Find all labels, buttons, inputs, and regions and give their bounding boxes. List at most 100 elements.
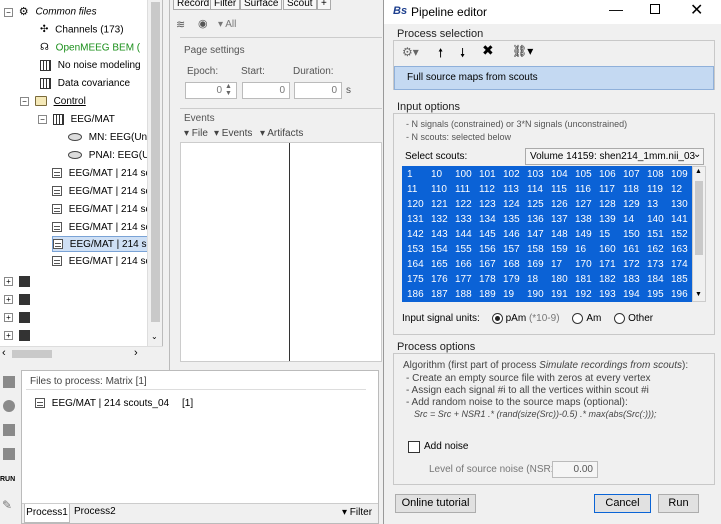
tree-row-channels[interactable]: ✣ Channels (173) (40, 22, 124, 38)
tree-row-common-files[interactable]: − ⚙ Common files (4, 4, 97, 20)
scout-item[interactable]: 156 (479, 242, 503, 257)
scout-item[interactable]: 136 (527, 212, 551, 227)
scout-item[interactable]: 168 (503, 257, 527, 272)
scout-item[interactable]: 118 (623, 182, 647, 197)
scout-item[interactable]: 187 (431, 287, 455, 302)
scout-item[interactable]: 115 (551, 182, 575, 197)
events-menu[interactable]: ▾ Events (214, 128, 252, 139)
tree-row-subject[interactable]: + (4, 292, 34, 308)
tree-row-noise[interactable]: No noise modeling (40, 58, 141, 74)
scout-item[interactable]: 178 (479, 272, 503, 287)
scout-item[interactable]: 133 (455, 212, 479, 227)
scrollbar-thumb[interactable] (151, 2, 160, 322)
tree-row-openmeeg[interactable]: ☊ OpenMEEG BEM ( (40, 40, 140, 56)
scout-item[interactable]: 189 (479, 287, 503, 302)
scout-item[interactable]: 194 (623, 287, 647, 302)
noise-level-input[interactable]: 0.00 (552, 461, 598, 478)
expand-icon[interactable]: + (4, 294, 13, 304)
maximize-icon[interactable] (650, 4, 660, 14)
scout-item[interactable]: 169 (527, 257, 551, 272)
collapse-icon[interactable]: − (20, 96, 29, 106)
scroll-right-icon[interactable]: › (134, 347, 138, 359)
delete-icon[interactable]: ✖ (482, 42, 494, 59)
scout-item[interactable]: 1 (407, 167, 431, 182)
scout-item[interactable]: 112 (479, 182, 503, 197)
tree-row-control[interactable]: − Control (20, 94, 86, 110)
scout-item[interactable]: 149 (575, 227, 599, 242)
brain-icon[interactable] (3, 400, 15, 412)
collapse-icon[interactable]: − (38, 114, 47, 124)
scout-item[interactable]: 125 (527, 197, 551, 212)
scout-item[interactable]: 129 (623, 197, 647, 212)
tree-row-subject[interactable]: + (4, 274, 34, 290)
scout-item[interactable]: 172 (623, 257, 647, 272)
expand-icon[interactable]: + (4, 330, 13, 340)
scout-item[interactable]: 163 (671, 242, 692, 257)
duration-input[interactable]: 0 (294, 82, 342, 99)
scout-item[interactable]: 191 (551, 287, 575, 302)
scout-item[interactable]: 180 (551, 272, 575, 287)
scout-item[interactable]: 166 (455, 257, 479, 272)
process-file-row[interactable]: EEG/MAT | 214 scouts_04 (35, 398, 169, 409)
all-dropdown[interactable]: ▾ All (218, 19, 236, 30)
scout-item[interactable]: 127 (575, 197, 599, 212)
scrollbar-thumb[interactable] (12, 350, 52, 358)
scout-item[interactable]: 148 (551, 227, 575, 242)
scout-item[interactable]: 147 (527, 227, 551, 242)
time-icon[interactable] (3, 448, 15, 460)
scout-item[interactable]: 145 (479, 227, 503, 242)
scout-item[interactable]: 123 (479, 197, 503, 212)
scout-item[interactable]: 119 (647, 182, 671, 197)
scroll-down-icon[interactable]: ⌄ (151, 332, 158, 341)
gear-dropdown-icon[interactable]: ⚙▾ (402, 45, 419, 59)
scout-item[interactable]: 143 (431, 227, 455, 242)
run-button[interactable]: RUN (0, 476, 15, 483)
scout-item[interactable]: 188 (455, 287, 479, 302)
scout-item[interactable]: 103 (527, 167, 551, 182)
scout-item[interactable]: 150 (623, 227, 647, 242)
atlas-select[interactable]: Volume 14159: shen214_1mm.nii_03 (525, 148, 704, 165)
scout-item[interactable]: 18 (527, 272, 551, 287)
target-icon[interactable]: ◉ (198, 17, 208, 30)
scouts-list[interactable]: 1 10 100 101 102 103 104 105 106 107 108 109 11 110 11… (402, 166, 692, 302)
scout-item[interactable]: 108 (647, 167, 671, 182)
tree-row-pnai[interactable]: PNAI: EEG(Un (68, 148, 155, 164)
run-button[interactable]: Run (658, 494, 699, 513)
scout-item[interactable]: 164 (407, 257, 431, 272)
scout-item[interactable]: 167 (479, 257, 503, 272)
scout-item[interactable]: 117 (599, 182, 623, 197)
scout-item[interactable]: 17 (551, 257, 575, 272)
scout-item[interactable]: 110 (431, 182, 455, 197)
cancel-button[interactable]: Cancel (594, 494, 651, 513)
scout-item[interactable]: 179 (503, 272, 527, 287)
tab-surface[interactable]: Surface (240, 0, 283, 10)
scout-item[interactable]: 120 (407, 197, 431, 212)
scout-item[interactable]: 12 (671, 182, 692, 197)
scout-item[interactable]: 196 (671, 287, 692, 302)
scout-item[interactable]: 105 (575, 167, 599, 182)
scout-item[interactable]: 11 (407, 182, 431, 197)
scout-item[interactable]: 176 (431, 272, 455, 287)
tree-row-eegmat[interactable]: − EEG/MAT (38, 112, 115, 128)
tree-row-subject[interactable]: + (4, 328, 34, 344)
scout-item[interactable]: 101 (479, 167, 503, 182)
scout-item[interactable]: 126 (551, 197, 575, 212)
scout-item[interactable]: 183 (623, 272, 647, 287)
scout-item[interactable]: 19 (503, 287, 527, 302)
scout-item[interactable]: 151 (647, 227, 671, 242)
tree-horizontal-scrollbar[interactable]: ‹ › (0, 346, 163, 360)
artifacts-menu[interactable]: ▾ Artifacts (260, 128, 303, 139)
waves-icon[interactable]: ≋ (176, 18, 185, 31)
scout-item[interactable]: 154 (431, 242, 455, 257)
tree-row-item-selected[interactable]: EEG/MAT | 214 sc (52, 236, 151, 252)
chevron-down-icon[interactable]: ⌄ (693, 149, 701, 160)
scout-item[interactable]: 16 (575, 242, 599, 257)
scout-item[interactable]: 170 (575, 257, 599, 272)
expand-icon[interactable]: + (4, 312, 13, 322)
collapse-icon[interactable]: − (4, 7, 13, 17)
scout-item[interactable]: 184 (647, 272, 671, 287)
radio-icon[interactable] (614, 313, 626, 324)
tree-row-item[interactable]: EEG/MAT | 214 sc (52, 166, 150, 182)
scout-item[interactable]: 109 (671, 167, 692, 182)
scout-item[interactable]: 152 (671, 227, 692, 242)
